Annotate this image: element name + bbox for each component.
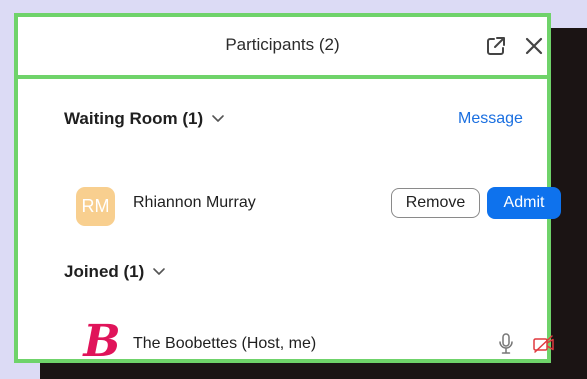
avatar: RM [76,187,115,226]
chevron-down-icon[interactable] [211,114,225,124]
participants-panel: Participants (2) Waiting Room (1) Messag… [14,13,561,364]
remove-button[interactable]: Remove [391,188,480,218]
popout-icon[interactable] [486,36,506,56]
message-link[interactable]: Message [458,110,523,128]
admit-button[interactable]: Admit [487,187,561,219]
joined-participant-name: The Boobettes (Host, me) [133,335,317,352]
panel-title: Participants (2) [225,35,340,54]
waiting-participant-name: Rhiannon Murray [133,194,256,211]
host-logo: B [83,316,121,367]
close-icon[interactable] [524,36,544,56]
video-off-icon[interactable] [533,335,555,353]
panel-header: Participants (2) [18,17,547,79]
mic-icon[interactable] [498,332,514,356]
joined-label: Joined (1) [64,262,145,281]
chevron-down-icon[interactable] [152,267,166,277]
waiting-room-header[interactable]: Waiting Room (1) [64,109,225,129]
joined-header[interactable]: Joined (1) [64,262,166,282]
waiting-room-label: Waiting Room (1) [64,109,204,128]
